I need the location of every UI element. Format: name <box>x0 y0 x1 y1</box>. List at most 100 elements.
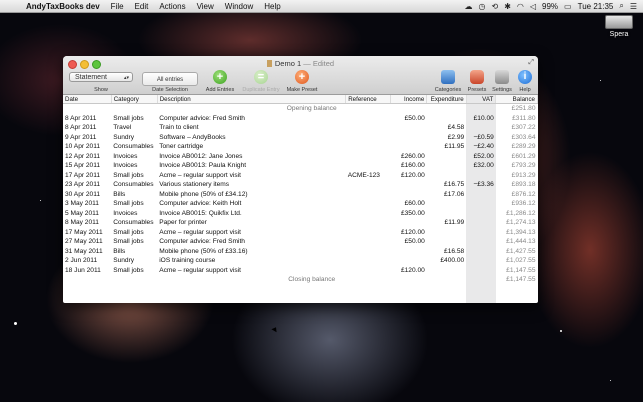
cell-category: Sundry <box>113 257 135 265</box>
cell-date: 27 May 2011 <box>65 238 103 246</box>
table-row[interactable]: 3 May 2011 Small jobs Computer advice: Kei… <box>63 199 538 209</box>
cell-income <box>391 218 427 228</box>
cell-date: 30 Apr 2011 <box>65 190 101 198</box>
empty-row <box>63 284 538 294</box>
volume-icon[interactable]: ◁ <box>530 2 536 11</box>
categories-label: Categories <box>434 87 462 93</box>
table-row[interactable]: 23 Apr 2011 Consumables Various stationery… <box>63 180 538 190</box>
main-window: Demo 1 — Edited ⤢ Statement ▴▾ Show All … <box>63 56 538 303</box>
cell-balance: £876.12 <box>511 190 536 198</box>
table-row[interactable]: 27 May 2011 Small jobs Computer advice: Fr… <box>63 237 538 247</box>
menu-actions[interactable]: Actions <box>159 2 185 11</box>
hard-drive-icon <box>605 15 633 29</box>
table-row[interactable]: 12 Apr 2011 Invoices Invoice AB0012: Jane … <box>63 151 538 161</box>
cell-vat <box>466 246 496 256</box>
menu-file[interactable]: File <box>111 2 124 11</box>
cell-description: Acme – regular support visit <box>159 171 241 179</box>
popup-arrows-icon: ▴▾ <box>123 75 129 81</box>
mouse-cursor <box>271 325 279 333</box>
column-header-balance[interactable]: Balance <box>495 95 538 104</box>
cell-vat <box>466 256 496 266</box>
column-header-income[interactable]: Income <box>390 95 428 104</box>
cell-expenditure <box>427 266 466 276</box>
edited-indicator[interactable]: — Edited <box>303 59 334 68</box>
app-menu[interactable]: AndyTaxBooks dev <box>26 2 100 11</box>
desktop-drive[interactable]: Spera <box>602 15 636 38</box>
column-header-reference[interactable]: Reference <box>345 95 392 104</box>
cell-description: Acme – regular support visit <box>159 228 241 236</box>
cell-vat <box>466 227 496 237</box>
table-row[interactable]: 8 Apr 2011 Travel Train to client £4.58 £307… <box>63 123 538 133</box>
clock-icon[interactable]: ◷ <box>479 2 486 11</box>
battery-icon[interactable]: ▭ <box>564 2 572 11</box>
table-row[interactable]: 18 Jun 2011 Small jobs Acme – regular supp… <box>63 265 538 276</box>
column-header-date[interactable]: Date <box>63 95 112 104</box>
cell-date: 2 Jun 2011 <box>65 257 98 265</box>
table-row[interactable]: 8 Apr 2011 Small jobs Computer advice: Fre… <box>63 113 538 124</box>
table-row[interactable]: 17 May 2011 Small jobs Acme – regular supp… <box>63 227 538 238</box>
cell-expenditure: £400.00 <box>440 257 465 265</box>
column-header-description[interactable]: Description <box>157 95 347 104</box>
table-row[interactable]: 8 May 2011 Consumables Paper for printer £1… <box>63 218 538 228</box>
cell-balance: £307.22 <box>511 124 536 132</box>
cell-vat <box>466 170 496 180</box>
cell-balance: £793.29 <box>511 162 536 170</box>
document-icon <box>266 60 272 67</box>
cell-category: Small jobs <box>113 228 144 236</box>
cell-reference <box>346 114 391 124</box>
table-row[interactable]: 10 Apr 2011 Consumables Toner cartridge £11… <box>63 142 538 152</box>
column-header-expenditure[interactable]: Expenditure <box>426 95 467 104</box>
cell-expenditure <box>427 228 466 238</box>
spotlight-search-icon[interactable]: ⌕ <box>619 1 623 11</box>
duplicate-entry-button[interactable]: = Duplicate Entry <box>239 70 283 93</box>
cell-income: £120.00 <box>400 266 425 274</box>
categories-button[interactable]: Categories <box>432 70 464 93</box>
cell-reference <box>346 133 391 143</box>
opening-balance-row[interactable]: Opening balance £251.80 <box>63 103 538 114</box>
settings-button[interactable]: Settings <box>490 70 514 93</box>
date-selection-button[interactable]: All entries <box>142 72 198 86</box>
cell-date: 9 Apr 2011 <box>65 133 97 141</box>
clock-text[interactable]: Tue 21:35 <box>578 2 614 11</box>
table-row[interactable]: 17 Apr 2011 Small jobs Acme – regular supp… <box>63 170 538 180</box>
wifi-icon[interactable]: ◠ <box>517 2 524 11</box>
cell-income: £120.00 <box>400 228 425 236</box>
cell-reference <box>346 123 391 133</box>
cell-date: 3 May 2011 <box>65 200 99 208</box>
cell-vat <box>466 218 496 228</box>
help-button[interactable]: i Help <box>515 70 535 93</box>
presets-button[interactable]: Presets <box>465 70 489 93</box>
add-entries-button[interactable]: + Add Entries <box>203 70 237 93</box>
bluetooth-icon[interactable]: ✱ <box>504 2 511 11</box>
table-row[interactable]: 30 Apr 2011 Bills Mobile phone (50% of £34… <box>63 189 538 200</box>
menu-edit[interactable]: Edit <box>135 2 149 11</box>
battery-percent[interactable]: 99% <box>542 2 558 11</box>
cell-income <box>391 190 427 200</box>
fullscreen-icon[interactable]: ⤢ <box>528 59 534 67</box>
column-header-vat[interactable]: VAT <box>466 95 497 104</box>
cell-expenditure: £11.99 <box>444 219 465 227</box>
cell-balance: £289.29 <box>511 143 536 151</box>
notification-center-icon[interactable]: ☰ <box>630 2 637 11</box>
menu-window[interactable]: Window <box>225 2 253 11</box>
closing-balance-row[interactable]: Closing balance £1,147.55 <box>63 275 538 285</box>
menu-help[interactable]: Help <box>264 2 280 11</box>
menu-view[interactable]: View <box>197 2 214 11</box>
show-popup[interactable]: Statement ▴▾ <box>69 72 133 82</box>
table-row[interactable]: 5 May 2011 Invoices Invoice AB0015: Quikfi… <box>63 208 538 218</box>
table-row[interactable]: 31 May 2011 Bills Mobile phone (50% of £33… <box>63 246 538 256</box>
opening-balance-value: £251.80 <box>511 105 536 113</box>
table-row[interactable]: 15 Apr 2011 Invoices Invoice AB0013: Paula… <box>63 161 538 171</box>
cell-reference <box>346 228 391 238</box>
make-preset-button[interactable]: + Make Preset <box>285 70 319 93</box>
cell-vat: £10.00 <box>466 113 496 123</box>
cell-description: Mobile phone (50% of £33.16) <box>159 247 248 255</box>
time-machine-icon[interactable]: ⟲ <box>491 2 498 11</box>
table-row[interactable]: 2 Jun 2011 Sundry iOS training course £400.… <box>63 256 538 266</box>
column-header-category[interactable]: Category <box>111 95 158 104</box>
cloud-icon[interactable]: ☁ <box>465 2 473 11</box>
cell-date: 5 May 2011 <box>65 209 99 217</box>
cell-vat: £32.00 <box>466 161 496 171</box>
table-row[interactable]: 9 Apr 2011 Sundry Software – AndyBooks £2.9… <box>63 132 538 143</box>
cell-balance: £1,147.55 <box>506 266 536 274</box>
